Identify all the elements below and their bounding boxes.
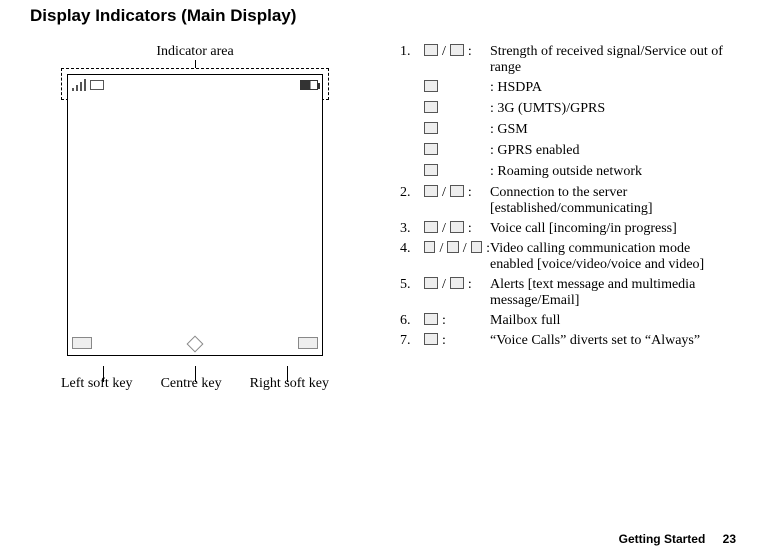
- vc3-icon: [471, 241, 482, 253]
- legend-entry: 1./:Strength of received signal/Service …: [400, 44, 736, 76]
- entry-icons: /:: [424, 185, 490, 201]
- sub-entry-icon-cell: [400, 101, 490, 118]
- signal-icon: [424, 44, 438, 56]
- legend-sub-entry: : GPRS enabled: [400, 143, 736, 160]
- left-softkey-icon: [72, 337, 92, 349]
- legend-entry: 6.: Mailbox full: [400, 313, 736, 329]
- footer-page-number: 23: [723, 532, 736, 546]
- colon: :: [442, 313, 446, 329]
- indicator-legend: 1./:Strength of received signal/Service …: [400, 44, 736, 392]
- entry-number: 7.: [400, 333, 424, 349]
- entry-number: 4.: [400, 241, 424, 257]
- entry-description: “Voice Calls” diverts set to “Always”: [490, 333, 736, 349]
- entry-description: Voice call [incoming/in progress]: [490, 221, 736, 237]
- left-soft-key-label: Left soft key: [61, 376, 133, 392]
- entry-description: Connection to the server [established/co…: [490, 185, 736, 217]
- entry-number: 1.: [400, 44, 424, 60]
- colon: :: [468, 185, 472, 201]
- entry-icons: //:: [424, 241, 490, 257]
- legend-sub-entry: : GSM: [400, 122, 736, 139]
- sub-entry-icon-cell: [400, 80, 490, 97]
- legend-sub-entry: : 3G (UMTS)/GPRS: [400, 101, 736, 118]
- srv1-icon: [424, 185, 438, 197]
- entry-icons: :: [424, 313, 490, 329]
- call-in-icon: [424, 221, 438, 233]
- signal-strength-icon: [72, 79, 86, 91]
- phone-screen-frame: [67, 74, 323, 356]
- no-signal-icon: [450, 44, 464, 56]
- colon: :: [468, 221, 472, 237]
- entry-icons: /:: [424, 221, 490, 237]
- entry-description: Video calling communication mode enabled…: [490, 241, 736, 273]
- colon: :: [442, 333, 446, 349]
- entry-description: Alerts [text message and multimedia mess…: [490, 277, 736, 309]
- entry-number: 5.: [400, 277, 424, 293]
- sub-entry-description: : HSDPA: [490, 80, 736, 96]
- entry-number: 2.: [400, 185, 424, 201]
- legend-entry: 5./:Alerts [text message and multimedia …: [400, 277, 736, 309]
- G-icon: [424, 143, 438, 155]
- divert-icon: [424, 333, 438, 345]
- sub-entry-icon-cell: [400, 164, 490, 181]
- page-heading: Display Indicators (Main Display): [30, 6, 736, 26]
- colon: :: [468, 44, 472, 60]
- slash-separator: /: [440, 44, 448, 60]
- right-softkey-pointer: [287, 366, 288, 382]
- sub-entry-description: : Roaming outside network: [490, 164, 736, 180]
- slash-separator: /: [440, 185, 448, 201]
- soft-key-row: [72, 335, 318, 351]
- slash-separator: /: [440, 277, 448, 293]
- centre-key-label: Centre key: [161, 376, 222, 392]
- slash-separator: /: [440, 221, 448, 237]
- status-bar: [68, 75, 322, 95]
- legend-entry: 4.//:Video calling communication mode en…: [400, 241, 736, 273]
- device-diagram: Indicator area: [30, 44, 360, 392]
- legend-entry: 3./:Voice call [incoming/in progress]: [400, 221, 736, 237]
- legend-entry: 2./:Connection to the server [establishe…: [400, 185, 736, 217]
- mailbox-icon: [424, 313, 438, 325]
- srv2-icon: [450, 185, 464, 197]
- slash-separator: /: [461, 241, 469, 257]
- sub-entry-description: : GPRS enabled: [490, 143, 736, 159]
- indicator-area-label: Indicator area: [30, 44, 360, 60]
- entry-icons: /:: [424, 44, 490, 60]
- indicator-pointer-line: [195, 60, 196, 68]
- R-icon: [424, 164, 438, 176]
- entry-icons: :: [424, 333, 490, 349]
- centre-key-icon: [187, 336, 203, 350]
- legend-sub-entry: : HSDPA: [400, 80, 736, 97]
- 3G-icon: [424, 101, 438, 113]
- footer-section: Getting Started: [619, 532, 706, 546]
- sub-entry-icon-cell: [400, 122, 490, 139]
- sub-entry-description: : 3G (UMTS)/GPRS: [490, 101, 736, 117]
- entry-description: Strength of received signal/Service out …: [490, 44, 736, 76]
- vc2-icon: [447, 241, 458, 253]
- centre-key-pointer: [195, 366, 196, 382]
- left-softkey-pointer: [103, 366, 104, 382]
- msg2-icon: [450, 277, 464, 289]
- entry-number: 6.: [400, 313, 424, 329]
- 3G+-icon: [424, 80, 438, 92]
- right-soft-key-label: Right soft key: [250, 376, 329, 392]
- entry-icons: /:: [424, 277, 490, 293]
- GSM-icon: [424, 122, 438, 134]
- page-footer: Getting Started 23: [619, 532, 736, 546]
- sub-entry-icon-cell: [400, 143, 490, 160]
- colon: :: [468, 277, 472, 293]
- entry-description: Mailbox full: [490, 313, 736, 329]
- call-prog-icon: [450, 221, 464, 233]
- sub-entry-description: : GSM: [490, 122, 736, 138]
- right-softkey-icon: [298, 337, 318, 349]
- legend-entry: 7.: “Voice Calls” diverts set to “Always”: [400, 333, 736, 349]
- entry-number: 3.: [400, 221, 424, 237]
- network-type-icon: [90, 80, 104, 90]
- legend-sub-entry: : Roaming outside network: [400, 164, 736, 181]
- battery-icon: [300, 80, 318, 90]
- msg1-icon: [424, 277, 438, 289]
- slash-separator: /: [437, 241, 445, 257]
- vc1-icon: [424, 241, 435, 253]
